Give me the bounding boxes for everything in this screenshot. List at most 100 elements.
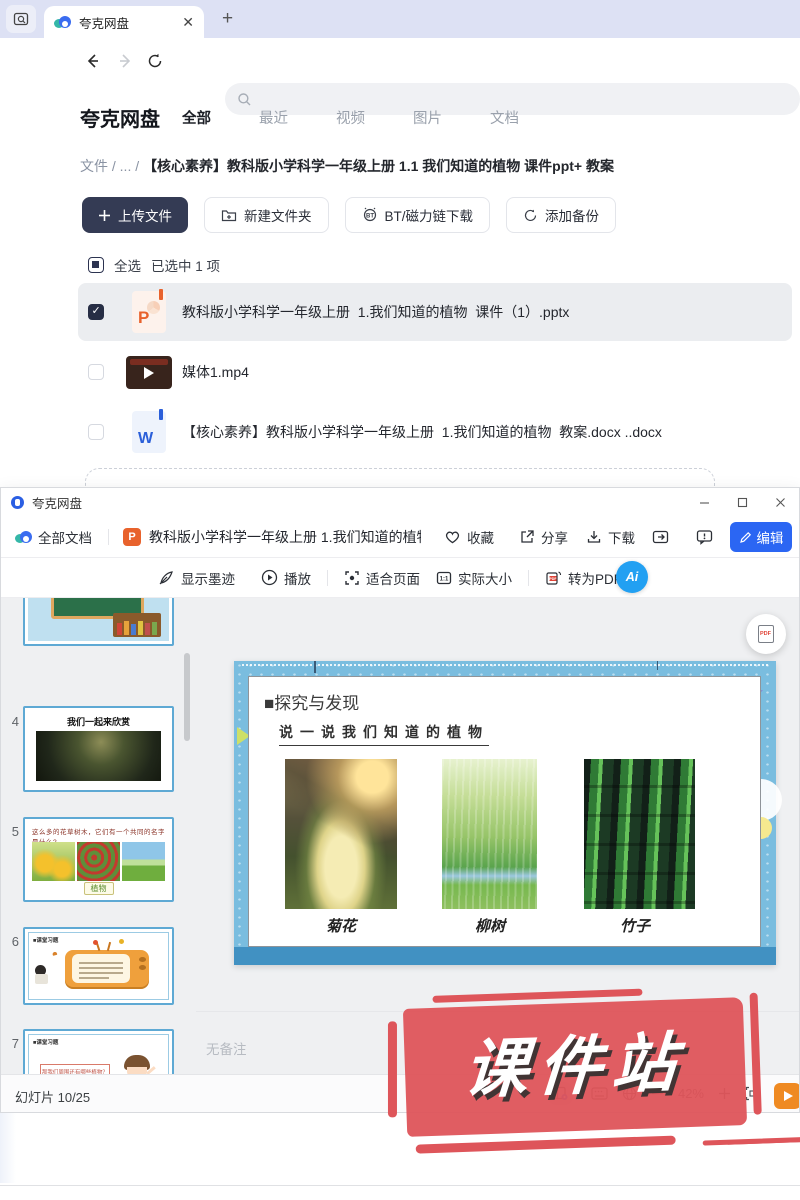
slide-thumbnail-4[interactable]: 我们一起来欣赏 [23,706,174,792]
breadcrumb-root[interactable]: 文件 [80,158,108,174]
favorite-button[interactable]: 收藏 [444,527,494,547]
file-row-docx[interactable]: 【核心素养】教科版小学科学一年级上册 1.我们知道的植物 教案.docx ..d… [78,403,792,461]
feedback-button[interactable] [696,529,713,545]
tab-all[interactable]: 全部 [182,107,211,128]
slide-thumbnail-3[interactable]: 新课导入 [23,598,174,646]
open-document-name: 教科版小学科学一年级上册 1.我们知道的植物 [149,527,421,547]
play-slideshow-button[interactable]: 播放 [261,568,311,588]
stamp-text: 课件站 [401,997,750,1135]
sync-icon [523,208,538,223]
pdf-convert-icon: PDF [545,570,562,586]
video-thumbnail-icon [126,356,172,389]
forward-button[interactable] [116,52,134,70]
actual-size-button[interactable]: 1:1 实际大小 [436,568,512,588]
new-folder-button[interactable]: 新建文件夹 [204,197,329,233]
courseware-site-stamp: 课件站 [403,997,747,1137]
ink-pen-icon [158,570,175,586]
slide-section-title: ■探究与发现 [264,689,359,714]
bottom-divider [0,1185,800,1186]
breadcrumb-ellipsis[interactable]: ... [120,158,132,174]
select-all-checkbox[interactable] [88,257,104,273]
back-button[interactable] [84,52,102,70]
share-button[interactable]: 分享 [519,527,568,547]
convert-to-pdf-button[interactable]: PDF 转为PDF [545,568,622,588]
all-docs-button[interactable]: 全部文档 [15,527,92,547]
browser-window: 夸克网盘 ✕ + 夸克网盘 全部 最近 视频 图片 文档 文件 / ... / … [0,0,800,487]
svg-text:1:1: 1:1 [440,576,449,582]
file-row-pptx[interactable]: 教科版小学科学一年级上册 1.我们知道的植物 课件（1）.pptx [78,283,792,341]
slide-thumbnail-6[interactable]: ■课堂习题 [23,927,174,1005]
fit-page-button[interactable]: 适合页面 [344,568,420,588]
viewer-title-bar: 夸克网盘 [1,488,799,516]
floating-play-button[interactable] [774,1083,800,1109]
quark-app-icon [11,496,24,509]
page-search-icon [13,11,29,27]
viewer-main-toolbar: 全部文档 P 教科版小学科学一年级上册 1.我们知道的植物 收藏 分享 下载 编… [1,516,799,558]
refresh-button[interactable] [146,52,164,70]
workspace-search-button[interactable] [6,5,36,33]
thumb-number-5: 5 [3,824,19,839]
chrysanthemum-photo [285,759,397,909]
file-name[interactable]: 【核心素养】教科版小学科学一年级上册 1.我们知道的植物 教案.docx ..d… [182,422,662,442]
plus-icon [98,209,111,222]
browser-tab[interactable]: 夸克网盘 ✕ [44,6,204,38]
pdf-convert-fab[interactable] [746,614,786,654]
new-tab-button[interactable]: + [222,8,233,30]
app-brand-title: 夸克网盘 [80,103,160,132]
close-button[interactable] [761,488,799,516]
select-all-label: 全选 [114,255,141,275]
share-icon [519,529,535,545]
pdf-icon [758,625,774,643]
svg-text:BT: BT [366,214,374,220]
tab-image[interactable]: 图片 [413,107,442,128]
thumb-number-6: 6 [3,934,19,949]
maximize-button[interactable] [723,488,761,516]
add-backup-button[interactable]: 添加备份 [506,197,616,233]
forest-photo [36,731,160,781]
slide-thumbnail-7[interactable]: ■课堂习题 那我们周围还有哪些植物？ [23,1029,174,1074]
tab-video[interactable]: 视频 [336,107,365,128]
show-ink-button[interactable]: 显示墨迹 [158,568,235,588]
file-checkbox[interactable] [88,424,104,440]
plant-label-bamboo: 竹子 [579,915,691,936]
willow-photo [442,759,537,909]
slide-subtitle: 说一说我们知道的植物 [279,722,489,746]
slide-thumbnail-5[interactable]: 这么多的花草树木，它们有一个共同的名字是什么? 植物 [23,817,174,902]
notes-placeholder: 无备注 [206,1038,247,1058]
dashed-panel-edge [85,468,715,487]
search-icon [237,92,252,107]
tab-doc[interactable]: 文档 [490,107,519,128]
ai-assistant-button[interactable]: Ai [616,561,648,593]
kid-graphic [35,965,49,987]
upload-file-button[interactable]: 上传文件 [82,197,188,233]
file-name[interactable]: 媒体1.mp4 [182,362,249,382]
folder-plus-icon [221,208,237,222]
file-name[interactable]: 教科版小学科学一年级上册 1.我们知道的植物 课件（1）.pptx [182,302,569,322]
plant-label-willow: 柳树 [434,915,546,936]
tab-recent[interactable]: 最近 [259,107,288,128]
current-slide[interactable]: ★ ■探究与发现 说一说我们知道的植物 菊花 柳树 竹子 [234,661,776,965]
selection-row: 全选 已选中 1 项 [88,255,220,275]
pencil-icon [739,531,752,544]
transfer-icon [652,529,669,545]
file-action-buttons: 上传文件 新建文件夹 BT BT/磁力链下载 添加备份 [82,197,616,233]
heart-icon [444,529,461,545]
file-checkbox-checked[interactable] [88,304,104,320]
tab-close-icon[interactable]: ✕ [182,15,194,29]
file-checkbox[interactable] [88,364,104,380]
edit-button[interactable]: 编辑 [730,522,792,552]
breadcrumb: 文件 / ... / 【核心素养】教科版小学科学一年级上册 1.1 我们知道的植… [80,156,780,176]
viewer-tools-toolbar: 显示墨迹 播放 适合页面 1:1 实际大小 PDF 转为PDF Ai [1,558,799,598]
books-graphic [113,613,161,637]
bt-magnet-download-button[interactable]: BT BT/磁力链下载 [345,197,491,233]
download-icon [586,529,602,545]
thumbnail-scrollbar[interactable] [184,653,190,741]
download-button[interactable]: 下载 [586,527,635,547]
minimize-button[interactable] [685,488,723,516]
tv-graphic [65,950,148,987]
ppt-doc-icon: P [123,528,141,546]
save-to-drive-button[interactable] [652,529,669,545]
file-row-mp4[interactable]: 媒体1.mp4 [78,343,792,401]
thumb-number-4: 4 [3,714,19,729]
selected-count-label: 已选中 1 项 [151,255,220,275]
